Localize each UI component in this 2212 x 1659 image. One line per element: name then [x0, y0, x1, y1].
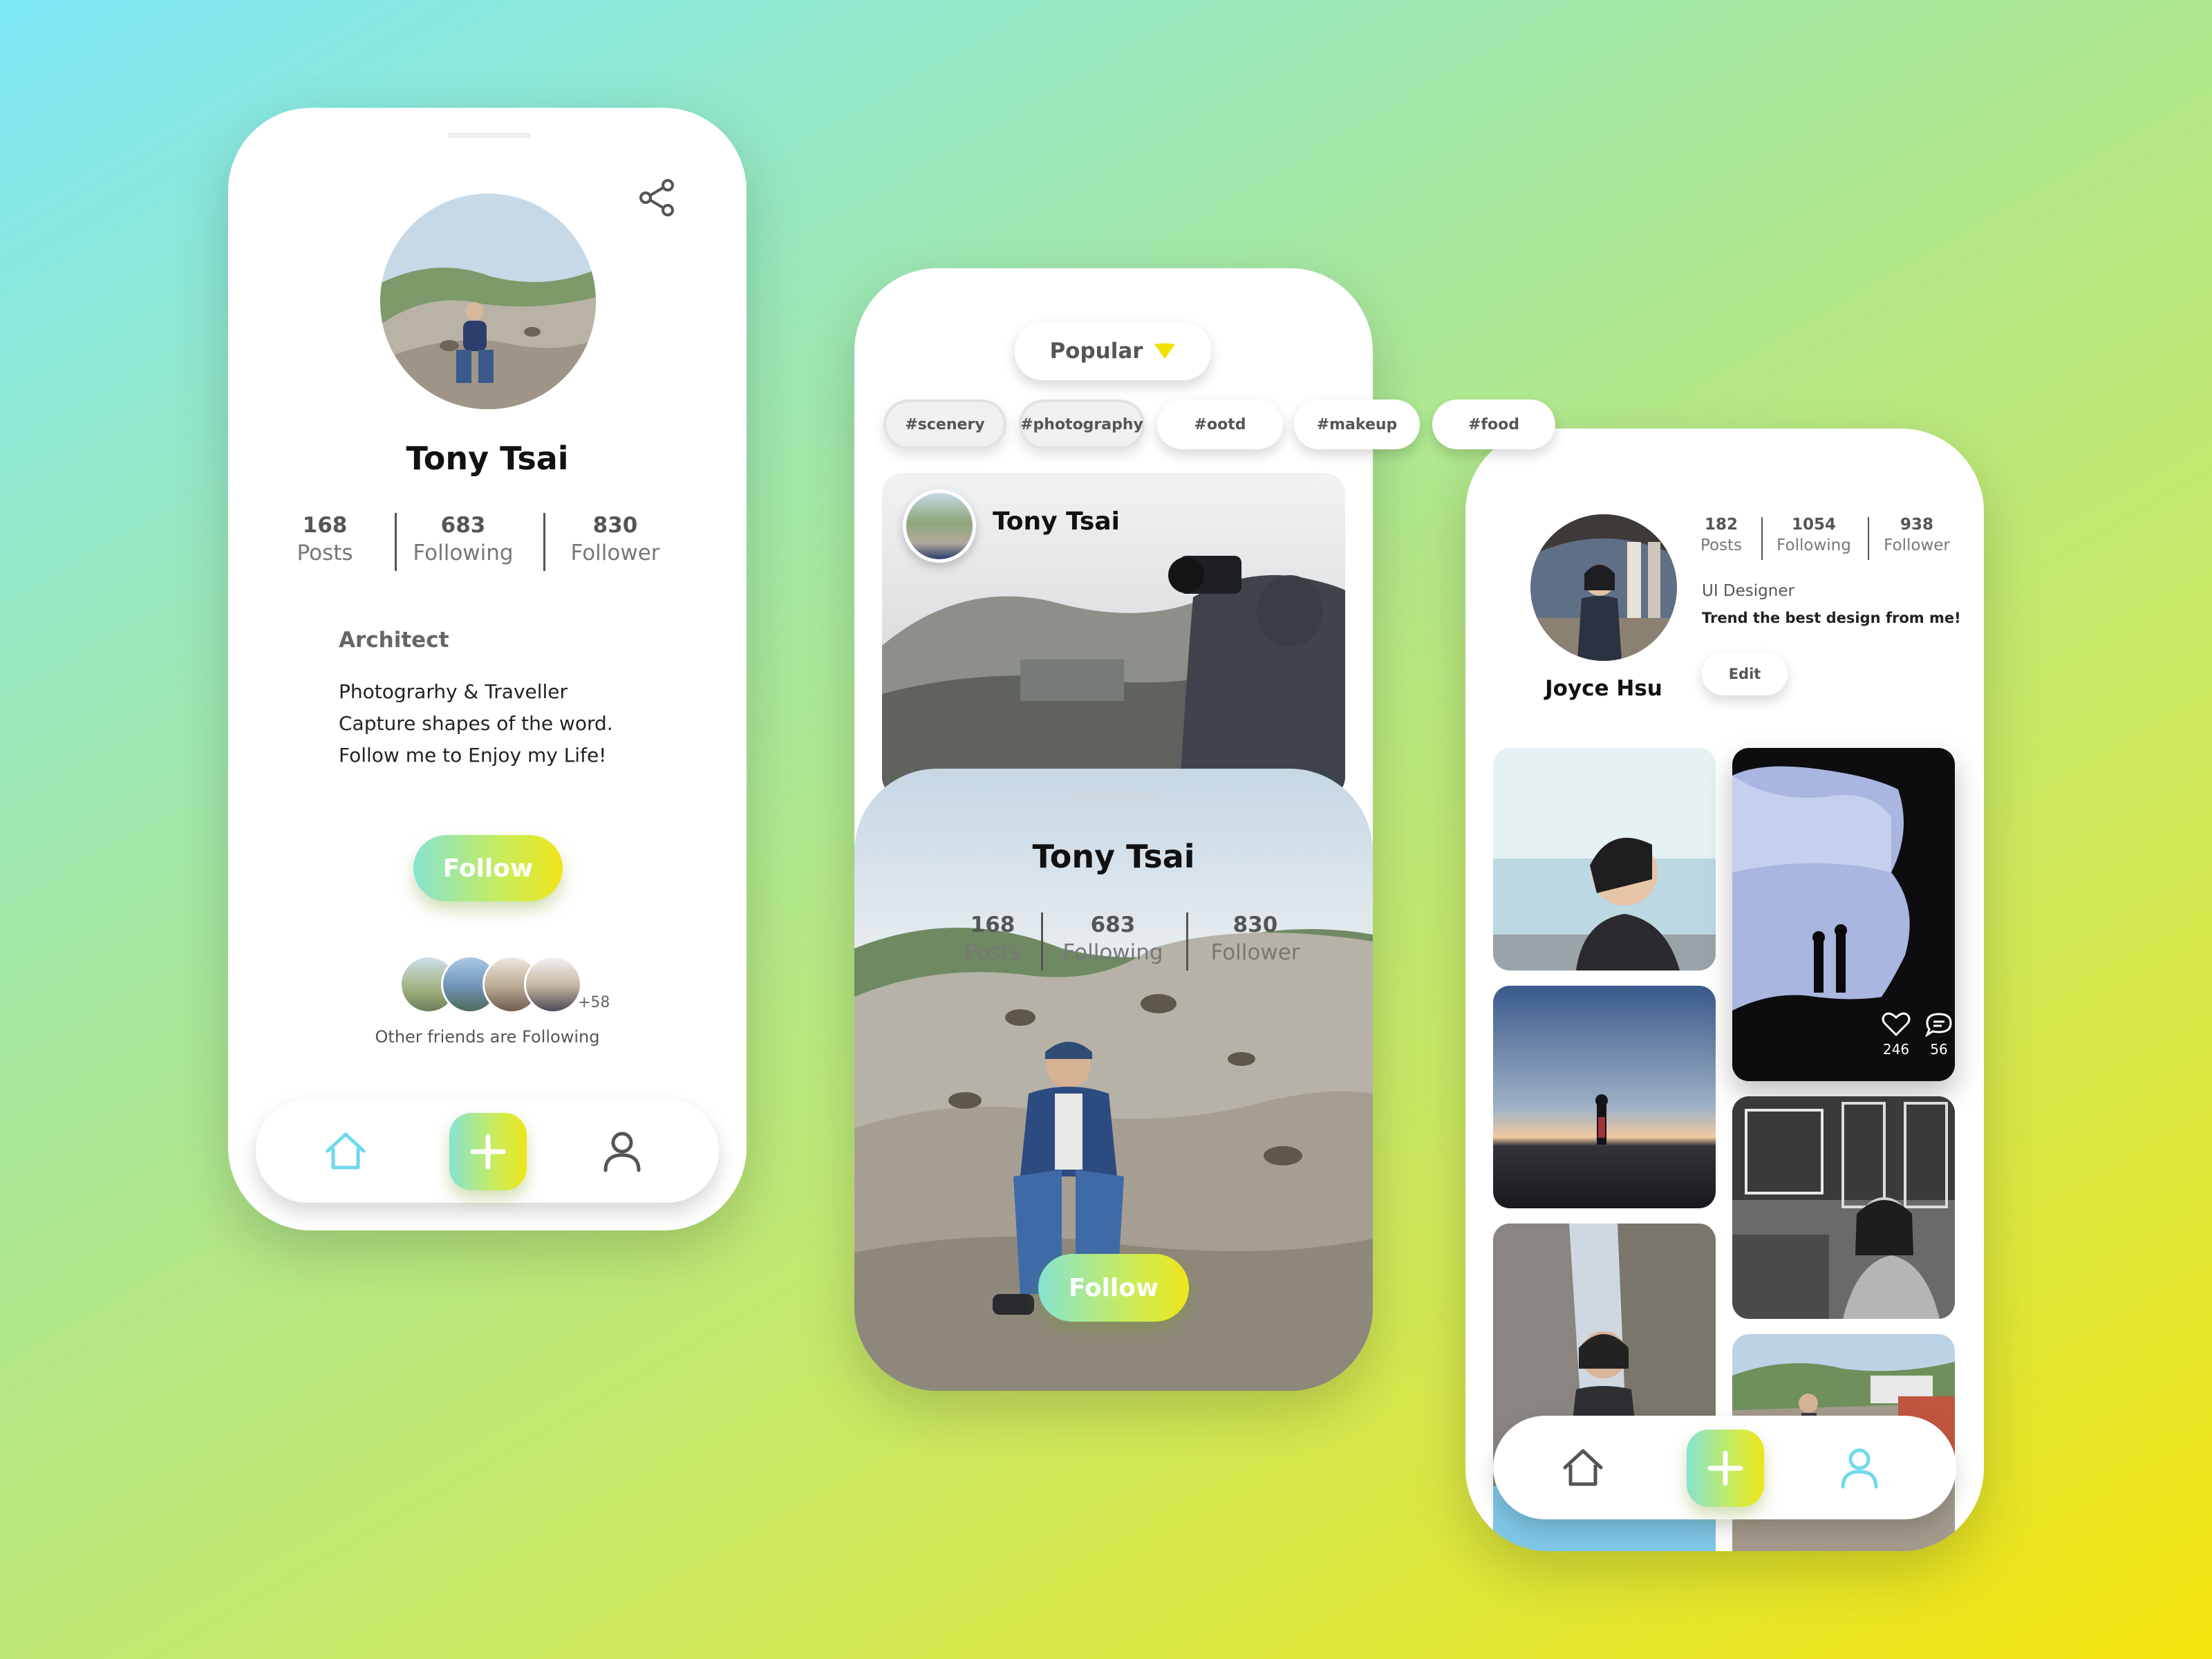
- avatar[interactable]: [380, 194, 596, 409]
- stat-divider: [1186, 912, 1188, 971]
- stat-label: Following: [1777, 536, 1851, 554]
- stats-row: 182 Posts 1054 Following 938 Follower: [1694, 516, 1970, 564]
- bio-line: Photograrhy & Traveller: [339, 680, 568, 703]
- plus-icon: [1707, 1450, 1743, 1486]
- stat-divider: [543, 513, 545, 571]
- stat-value: 683: [1090, 912, 1136, 937]
- stat-label: Follower: [570, 541, 660, 565]
- stat-label: Follower: [1210, 940, 1300, 965]
- stat-value: 168: [302, 513, 348, 538]
- tag-food[interactable]: #food: [1432, 400, 1555, 449]
- stat-value: 830: [592, 513, 638, 538]
- nav-home[interactable]: [1555, 1440, 1611, 1495]
- bio-line: Capture shapes of the word.: [339, 712, 613, 735]
- stat-value: 683: [440, 513, 486, 538]
- chevron-down-icon: [1154, 343, 1175, 359]
- stat-following[interactable]: 683 Following: [401, 513, 525, 565]
- follow-button[interactable]: Follow: [1038, 1254, 1189, 1322]
- profile-screen-joyce: Joyce Hsu 182 Posts 1054 Following 938 F…: [1465, 429, 1984, 1551]
- stat-divider: [1761, 517, 1763, 560]
- stat-follower[interactable]: 830 Follower: [1193, 912, 1318, 965]
- profile-bio: Photograrhy & Traveller Capture shapes o…: [339, 676, 613, 771]
- sort-dropdown[interactable]: Popular: [1015, 322, 1211, 380]
- like-count: 246: [1882, 1041, 1910, 1058]
- home-icon: [1563, 1449, 1603, 1486]
- stat-value: 830: [1232, 912, 1278, 937]
- bottom-nav: [1493, 1416, 1956, 1519]
- nav-profile[interactable]: [594, 1123, 650, 1179]
- home-icon: [326, 1132, 366, 1170]
- bio-line: Follow me to Enjoy my Life!: [339, 744, 607, 767]
- profile-screen-tony: Tony Tsai 168 Posts 683 Following 830 Fo…: [228, 108, 747, 1230]
- stat-follower[interactable]: 938 Follower: [1872, 516, 1962, 554]
- edit-button[interactable]: Edit: [1702, 653, 1788, 695]
- grid-photo[interactable]: [1493, 748, 1716, 971]
- friend-avatar: [524, 955, 582, 1013]
- comment-icon: [1925, 1013, 1952, 1037]
- stat-label: Posts: [1700, 536, 1743, 554]
- top-notch: [448, 133, 531, 138]
- following-friends[interactable]: +58: [400, 955, 610, 1018]
- profile-name: Joyce Hsu: [1545, 676, 1662, 701]
- stat-label: Posts: [297, 541, 353, 565]
- friends-caption: Other friends are Following: [375, 1027, 600, 1047]
- stat-value: 1054: [1791, 516, 1836, 534]
- like-button[interactable]: [1879, 1011, 1913, 1038]
- nav-add-button[interactable]: [1687, 1430, 1764, 1507]
- stat-value: 168: [970, 912, 1015, 937]
- stat-posts[interactable]: 182 Posts: [1694, 516, 1749, 554]
- nav-home[interactable]: [318, 1123, 373, 1179]
- stat-follower[interactable]: 830 Follower: [553, 513, 677, 565]
- post-author-avatar[interactable]: [903, 489, 976, 563]
- stat-label: Following: [413, 541, 514, 565]
- stat-value: 938: [1900, 516, 1933, 534]
- share-button[interactable]: [629, 170, 684, 225]
- avatar[interactable]: [1530, 514, 1677, 661]
- tag-photography[interactable]: #photography: [1019, 400, 1145, 449]
- stat-label: Follower: [1884, 536, 1950, 554]
- stat-divider: [395, 513, 397, 571]
- nav-profile[interactable]: [1832, 1440, 1887, 1495]
- stat-divider: [1868, 517, 1869, 560]
- tag-makeup[interactable]: #makeup: [1294, 400, 1420, 449]
- heart-icon: [1882, 1012, 1911, 1037]
- profile-bio: Trend the best design from me!: [1702, 610, 1961, 626]
- grid-photo[interactable]: [1493, 986, 1716, 1208]
- profile-title: UI Designer: [1702, 582, 1794, 600]
- share-icon: [639, 179, 674, 216]
- stat-following[interactable]: 1054 Following: [1765, 516, 1862, 554]
- stat-value: 182: [1704, 516, 1738, 534]
- plus-icon: [470, 1134, 506, 1170]
- post-author-name[interactable]: Tony Tsai: [993, 507, 1120, 536]
- card-notch: [1072, 794, 1155, 799]
- stat-following[interactable]: 683 Following: [1051, 912, 1175, 965]
- friends-more-count: +58: [578, 994, 610, 1011]
- card-profile-name: Tony Tsai: [1032, 838, 1195, 875]
- stats-row: 168 Posts 683 Following 830 Follower: [276, 513, 698, 575]
- comment-button[interactable]: [1922, 1011, 1956, 1038]
- profile-name: Tony Tsai: [406, 440, 569, 477]
- stat-posts[interactable]: 168 Posts: [937, 912, 1048, 965]
- bottom-nav: [256, 1099, 719, 1203]
- tag-scenery[interactable]: #scenery: [883, 400, 1006, 449]
- nav-add-button[interactable]: [449, 1113, 527, 1190]
- profile-title: Architect: [339, 628, 449, 653]
- stat-posts[interactable]: 168 Posts: [276, 513, 373, 565]
- follow-button[interactable]: Follow: [413, 835, 563, 901]
- tag-ootd[interactable]: #ootd: [1157, 400, 1283, 449]
- stat-label: Following: [1062, 940, 1163, 965]
- user-icon: [603, 1132, 641, 1172]
- comment-count: 56: [1930, 1041, 1948, 1058]
- stat-divider: [1041, 912, 1043, 971]
- grid-photo[interactable]: [1732, 1096, 1955, 1319]
- sort-label: Popular: [1049, 339, 1143, 364]
- card-stats-row: 168 Posts 683 Following 830 Follower: [937, 912, 1366, 975]
- user-icon: [1841, 1448, 1878, 1489]
- stat-label: Posts: [964, 940, 1021, 965]
